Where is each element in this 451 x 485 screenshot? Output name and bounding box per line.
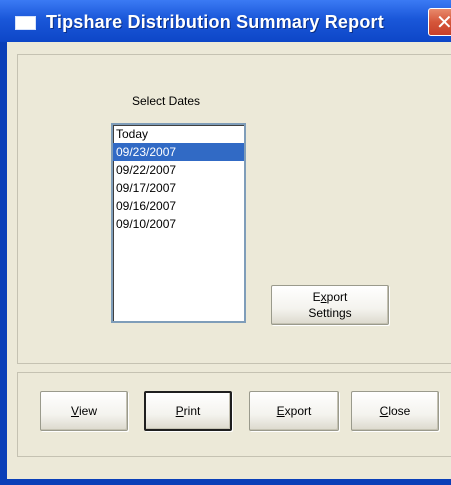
title-bar[interactable]: Tipshare Distribution Summary Report ✕ [0,0,451,42]
report-window: Tipshare Distribution Summary Report ✕ S… [0,0,451,485]
date-list-item[interactable]: 09/22/2007 [113,161,244,179]
export-settings-line2: Settings [308,306,352,320]
export-settings-button[interactable]: Export Settings [271,285,389,325]
export-mnemonic: E [276,404,285,418]
date-list-item[interactable]: 09/16/2007 [113,197,244,215]
export-button[interactable]: Export [249,391,339,431]
close-window-button[interactable]: ✕ [428,8,451,36]
export-settings-line1: Export [313,289,348,305]
close-button[interactable]: Close [351,391,439,431]
print-mnemonic: P [175,404,184,418]
window-bottom-border [0,479,451,485]
select-dates-label: Select Dates [132,94,201,108]
print-button[interactable]: Print [144,391,232,431]
date-list-item[interactable]: 09/17/2007 [113,179,244,197]
view-button[interactable]: View [40,391,128,431]
close-icon: ✕ [436,12,451,34]
date-list-item[interactable]: Today [113,125,244,143]
export-settings-suffix: port [326,290,348,304]
window-icon [15,16,36,30]
client-area: Select Dates Today 09/23/2007 09/22/2007 09… [7,42,451,479]
date-list-item[interactable]: 09/23/2007 [113,143,244,161]
export-label-rest: xport [284,404,312,418]
print-label-rest: rint [183,404,201,418]
view-label-rest: iew [79,404,98,418]
view-mnemonic: V [70,404,79,418]
export-settings-prefix: E [312,290,321,304]
close-mnemonic: C [379,404,389,418]
date-list-item[interactable]: 09/10/2007 [113,215,244,233]
close-label-rest: lose [388,404,411,418]
window-title: Tipshare Distribution Summary Report [46,12,384,32]
dates-listbox[interactable]: Today 09/23/2007 09/22/2007 09/17/2007 09/16… [111,123,246,323]
